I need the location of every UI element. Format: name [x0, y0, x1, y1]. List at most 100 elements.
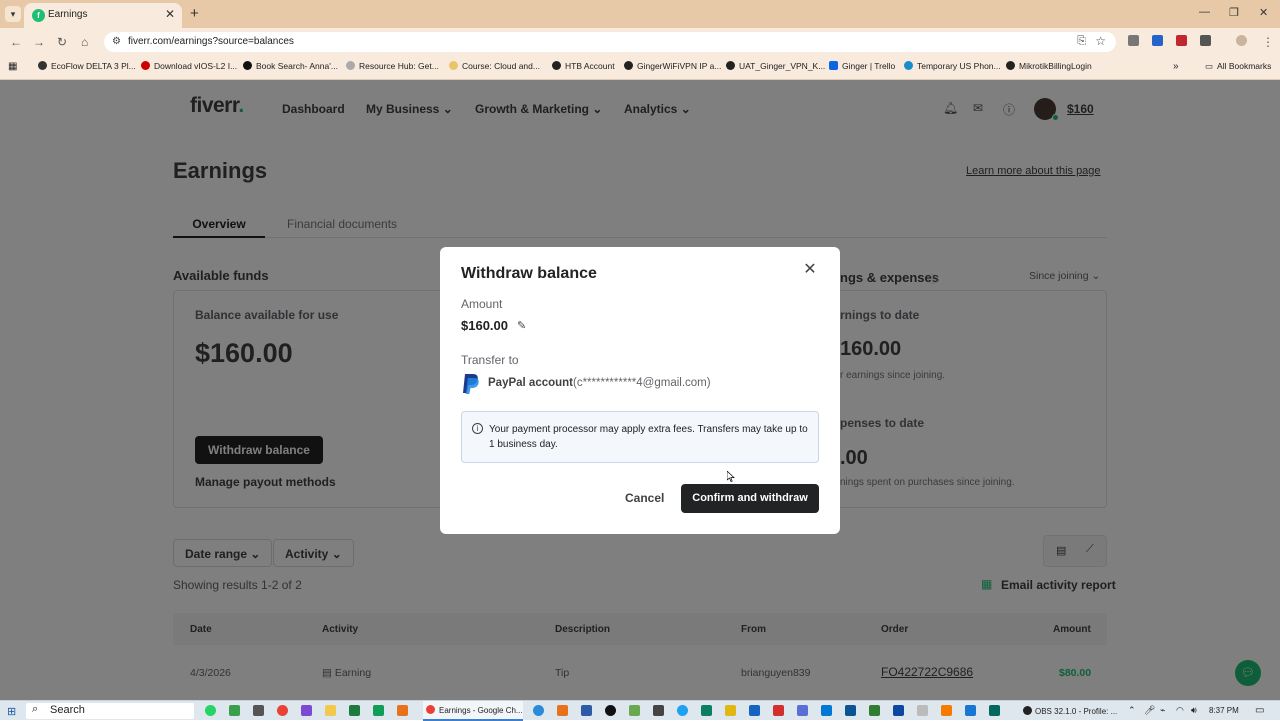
browser-tab-earnings[interactable]: f Earnings ✕ [24, 3, 182, 28]
app-icon[interactable] [989, 705, 1000, 716]
url-field[interactable]: ⚙ fiverr.com/earnings?source=balances ⎘ … [104, 32, 1116, 52]
bookmark-item[interactable]: Book Search- Anna'... [243, 61, 338, 71]
globe-icon [624, 61, 633, 70]
taskbar-obs[interactable]: OBS 32.1.0 - Profile: ... [1023, 706, 1117, 716]
tray-chevron-icon[interactable]: ⌃ [1128, 705, 1136, 716]
home-icon[interactable]: ⌂ [81, 35, 88, 49]
app-icon[interactable] [725, 705, 736, 716]
app-icon[interactable] [845, 705, 856, 716]
taskbar-search[interactable]: ⌕ Search [26, 703, 194, 719]
install-icon[interactable]: ⎘ [1077, 35, 1086, 48]
volume-icon[interactable]: 🔊︎ [1191, 705, 1197, 716]
app-icon[interactable] [653, 705, 664, 716]
windows-start-icon[interactable]: ⊞ [7, 705, 16, 718]
trello-icon [829, 61, 838, 70]
taskbar-chrome-earnings[interactable]: Earnings - Google Ch... [423, 701, 523, 721]
transfer-to-label: Transfer to [461, 353, 519, 367]
back-icon[interactable]: ← [10, 35, 22, 49]
app-icon[interactable] [373, 705, 384, 716]
app-icon[interactable] [349, 705, 360, 716]
address-bar-row: ← → ↻ ⌂ ⚙ fiverr.com/earnings?source=bal… [0, 28, 1280, 56]
new-tab-icon[interactable]: + [190, 5, 199, 22]
app-icon[interactable] [301, 705, 312, 716]
forward-icon[interactable]: → [33, 35, 45, 49]
phone-icon [904, 61, 913, 70]
app-icon[interactable] [701, 705, 712, 716]
more-bookmarks-icon[interactable]: » [1173, 61, 1179, 72]
notifications-icon[interactable]: ▭ [1255, 705, 1264, 716]
app-icon[interactable] [397, 705, 408, 716]
bookmark-item[interactable]: Resource Hub: Get... [346, 61, 439, 71]
windows-taskbar: ⊞ ⌕ Search Earnings - Google Ch... OBS 3… [0, 700, 1280, 721]
app-icon[interactable] [965, 705, 976, 716]
reload-icon[interactable]: ↻ [57, 35, 67, 49]
ecoflow-icon [38, 61, 47, 70]
app-icon[interactable] [869, 705, 880, 716]
close-icon[interactable]: ✕ [802, 262, 818, 278]
app-icon[interactable] [941, 705, 952, 716]
app-icon[interactable] [893, 705, 904, 716]
bookmarks-bar: ▦ EcoFlow DELTA 3 Pl... Download vIOS-L2… [0, 56, 1280, 80]
search-icon: ⌕ [32, 703, 39, 715]
bookmark-item[interactable]: EcoFlow DELTA 3 Pl... [38, 61, 136, 71]
telegram-icon[interactable] [533, 705, 544, 716]
bookmark-item[interactable]: Temporary US Phon... [904, 61, 1001, 71]
withdraw-modal: Withdraw balance ✕ Amount $160.00 ✎ Tran… [440, 247, 840, 534]
tab-search-icon[interactable]: ▾ [5, 6, 21, 22]
app-icon[interactable] [821, 705, 832, 716]
bookmark-item[interactable]: UAT_Ginger_VPN_K... [726, 61, 825, 71]
extension-download-icon[interactable] [1152, 35, 1163, 46]
restore-icon[interactable]: ❐ [1229, 6, 1239, 19]
wifi-icon[interactable]: ◠ [1176, 705, 1184, 716]
app-icon[interactable] [229, 705, 240, 716]
minimize-icon[interactable]: — [1199, 6, 1210, 18]
microphone-icon[interactable]: 🎤︎ [1144, 705, 1155, 716]
chrome-icon[interactable] [277, 705, 288, 716]
window-close-icon[interactable]: ✕ [1259, 6, 1268, 19]
bookmark-item[interactable]: Ginger | Trello [829, 61, 895, 71]
bookmark-star-icon[interactable]: ☆ [1095, 34, 1106, 48]
obs-icon [1023, 706, 1032, 715]
app-icon[interactable] [677, 705, 688, 716]
app-icon[interactable] [629, 705, 640, 716]
menu-kebab-icon[interactable]: ⋮ [1262, 35, 1274, 49]
bookmark-item[interactable]: Course: Cloud and... [449, 61, 540, 71]
cancel-button[interactable]: Cancel [625, 491, 664, 505]
fee-notice: i Your payment processor may apply extra… [461, 411, 819, 463]
app-icon[interactable] [605, 705, 616, 716]
app-icon[interactable] [557, 705, 568, 716]
folder-icon: ▭ [1205, 61, 1214, 71]
apps-grid-icon[interactable]: ▦ [8, 61, 17, 72]
whatsapp-icon[interactable] [205, 705, 216, 716]
bookmark-item[interactable]: Download vIOS-L2 I... [141, 61, 237, 71]
clock[interactable]: 8:37 PM [1209, 706, 1239, 715]
close-tab-icon[interactable]: ✕ [165, 7, 175, 21]
extensions-puzzle-icon[interactable] [1200, 35, 1211, 46]
fiverr-favicon-icon: f [32, 9, 45, 22]
bookmark-item[interactable]: HTB Account [552, 61, 615, 71]
site-info-icon[interactable]: ⚙ [112, 36, 121, 47]
app-icon[interactable] [917, 705, 928, 716]
edit-pencil-icon[interactable]: ✎ [517, 319, 526, 332]
app-icon[interactable] [773, 705, 784, 716]
network-icon[interactable]: ⌁ [1160, 705, 1165, 716]
course-icon [449, 61, 458, 70]
confirm-withdraw-button[interactable]: Confirm and withdraw [681, 484, 819, 513]
payout-method-email: (c************4@gmail.com) [573, 377, 711, 389]
all-bookmarks[interactable]: ▭ All Bookmarks [1205, 61, 1271, 72]
extension-icon[interactable] [1128, 35, 1139, 46]
app-icon[interactable] [581, 705, 592, 716]
profile-icon[interactable] [1236, 35, 1247, 46]
bookmark-item[interactable]: MikrotikBillingLogin [1006, 61, 1092, 71]
extension-pdf-icon[interactable] [1176, 35, 1187, 46]
app-icon[interactable] [253, 705, 264, 716]
bookmark-item[interactable]: GingerWiFiVPN IP a... [624, 61, 721, 71]
notice-text: Your payment processor may apply extra f… [489, 424, 808, 450]
chrome-icon [426, 705, 435, 714]
amount-value: $160.00 [461, 318, 508, 333]
discord-icon[interactable] [797, 705, 808, 716]
resource-hub-icon [346, 61, 355, 70]
htb-icon [552, 61, 561, 70]
file-explorer-icon[interactable] [325, 705, 336, 716]
app-icon[interactable] [749, 705, 760, 716]
